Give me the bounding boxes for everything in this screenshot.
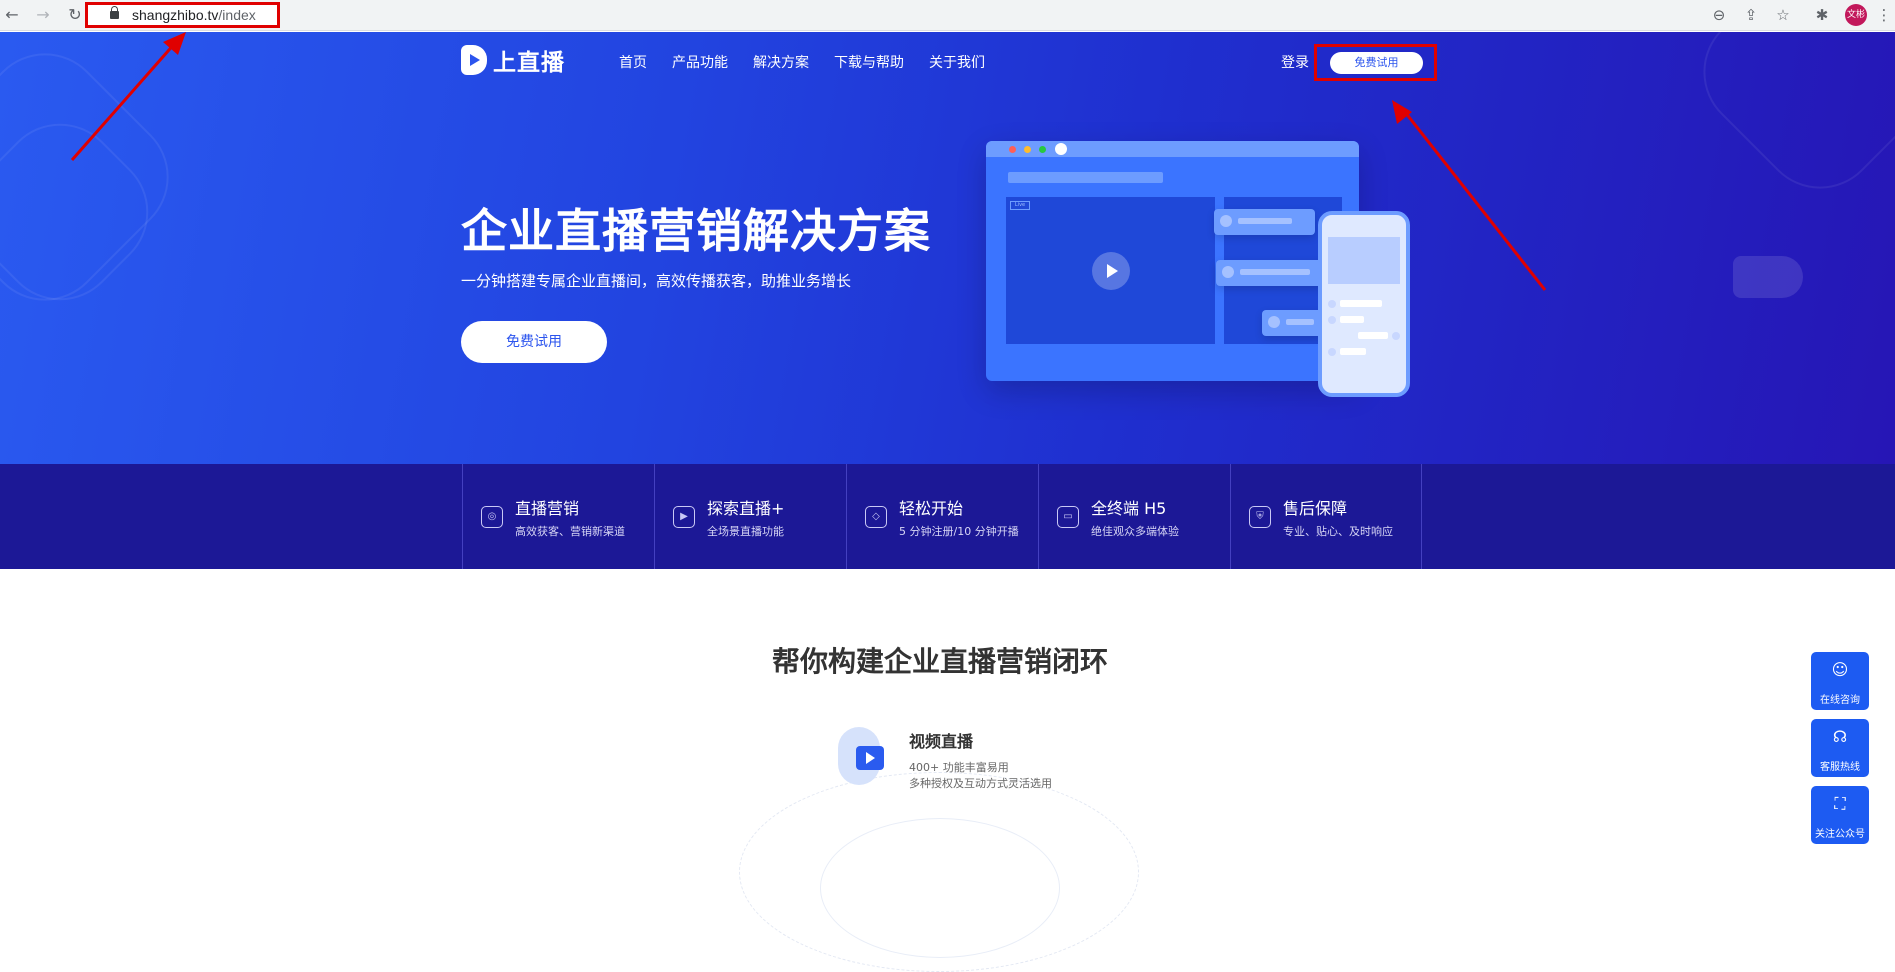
feature-title: 探索直播+ [707,498,785,518]
feature-item-marketing[interactable]: ◎ 直播营销 高效获客、营销新渠道 [462,464,654,569]
url-host: shangzhibo.tv [132,7,219,23]
hero-banner: 上直播 首页 产品功能 解决方案 下载与帮助 关于我们 登录 免费试用 企业直播… [0,32,1895,464]
float-label: 在线咨询 [1820,695,1860,706]
window-dot [1009,146,1016,153]
illustration-searchbar [1008,172,1163,183]
float-label: 关注公众号 [1815,829,1865,840]
target-icon: ◎ [481,505,503,528]
nav-item-products[interactable]: 产品功能 [672,52,728,72]
feature-title: 全终端 H5 [1091,498,1167,518]
star-icon[interactable]: ☆ [1773,5,1793,25]
window-dot [1024,146,1031,153]
illustration-video: Live [1006,197,1215,344]
phone-chat-line [1340,348,1366,355]
section-title: 帮你构建企业直播营销闭环 [771,645,1108,678]
feature-item-explore[interactable]: ▶ 探索直播+ 全场景直播功能 [654,464,846,569]
window-dot [1039,146,1046,153]
play-square-icon: ▶ [673,505,695,528]
illustration-chat-bubble [1262,310,1322,336]
forward-icon[interactable]: → [33,5,53,25]
url-path: /index [218,7,256,23]
wechat-follow-button[interactable]: ⛶ 关注公众号 [1811,786,1869,844]
feature-title: 轻松开始 [899,498,964,518]
carousel-decor-play-icon [1733,256,1803,298]
phone-illustration [1318,211,1410,397]
site-logo[interactable]: 上直播 [461,44,565,76]
lock-icon [110,6,119,19]
phone-chat-line [1340,316,1364,323]
back-icon[interactable]: ← [2,5,22,25]
illustration-chat-bubble [1214,209,1315,235]
qr-scan-icon: ⛶ [1834,794,1846,813]
headset-icon: ☊ [1832,727,1848,746]
decor-orbit [820,818,1060,958]
tv-icon-body [856,746,884,770]
phone-chat-avatar [1328,316,1336,324]
phone-chat-avatar [1328,300,1336,308]
phone-chat-line [1358,332,1388,339]
illustration-chat-bubble [1216,260,1323,286]
nav-item-home[interactable]: 首页 [619,52,647,72]
bubble-avatar [1268,316,1280,328]
main-nav: 首页 产品功能 解决方案 下载与帮助 关于我们 [619,52,1010,72]
nav-item-solutions[interactable]: 解决方案 [753,52,809,72]
bubble-text [1240,269,1310,275]
menu-icon[interactable]: ⋮ [1874,5,1894,25]
hero-trial-button[interactable]: 免费试用 [461,321,607,363]
feature-desc: 全场景直播功能 [707,524,784,538]
logo-icon [461,45,487,75]
product-name[interactable]: 视频直播 [909,728,973,752]
feature-title: 直播营销 [515,498,580,518]
share-icon[interactable]: ⇪ [1741,5,1761,25]
hotline-button[interactable]: ☊ 客服热线 [1811,719,1869,777]
support-agent-icon: ☺ [1831,660,1849,679]
logo-text: 上直播 [493,50,565,76]
hero-subtitle: 一分钟搭建专属企业直播间，高效传播获客，助推业务增长 [461,272,852,290]
feature-desc: 专业、贴心、及时响应 [1283,524,1393,538]
url-text: shangzhibo.tv/index [132,7,256,23]
bubble-avatar [1222,266,1234,278]
live-tag: Live [1010,201,1030,210]
avatar[interactable]: 文彬 [1845,4,1867,26]
cube-icon: ◇ [865,505,887,528]
illustration-logo-icon [1055,143,1067,155]
zoom-icon[interactable]: ⊖ [1709,5,1729,25]
nav-item-about[interactable]: 关于我们 [929,52,985,72]
feature-desc: 绝佳观众多端体验 [1091,524,1179,538]
feature-item-start[interactable]: ◇ 轻松开始 5 分钟注册/10 分钟开播 [846,464,1038,569]
login-link[interactable]: 登录 [1281,52,1309,72]
tv-icon [838,727,888,785]
play-icon [1092,252,1130,290]
extensions-icon[interactable]: ✱ [1812,5,1832,25]
hero-decor-shape [1678,32,1895,214]
header-trial-button[interactable]: 免费试用 [1330,52,1423,74]
feature-desc: 高效获客、营销新渠道 [515,524,625,538]
features-strip: ◎ 直播营销 高效获客、营销新渠道 ▶ 探索直播+ 全场景直播功能 ◇ 轻松开始… [0,464,1895,569]
illustration-titlebar [986,141,1359,157]
bubble-avatar [1220,215,1232,227]
shield-icon: ⛨ [1249,505,1271,528]
feature-item-support[interactable]: ⛨ 售后保障 专业、贴心、及时响应 [1230,464,1422,569]
address-bar[interactable]: shangzhibo.tv/index [85,2,280,28]
feature-desc: 5 分钟注册/10 分钟开播 [899,524,1019,538]
nav-item-downloads[interactable]: 下载与帮助 [834,52,904,72]
trial-button-highlight: 免费试用 [1314,44,1437,81]
browser-toolbar: ← → ↻ shangzhibo.tv/index ⊖ ⇪ ☆ ✱ 文彬 ⋮ [0,0,1895,31]
feature-item-h5[interactable]: ▭ 全终端 H5 绝佳观众多端体验 [1038,464,1230,569]
product-desc: 多种授权及互动方式灵活选用 [909,777,1052,790]
bubble-text [1238,218,1292,224]
online-consult-button[interactable]: ☺ 在线咨询 [1811,652,1869,710]
phone-chat-avatar [1392,332,1400,340]
phone-video [1328,237,1400,284]
reload-icon[interactable]: ↻ [65,5,85,25]
bubble-text [1286,319,1314,325]
phone-chat-line [1340,300,1382,307]
product-desc: 400+ 功能丰富易用 [909,761,1009,774]
hero-title: 企业直播营销解决方案 [461,204,931,258]
phone-chat-avatar [1328,348,1336,356]
monitor-icon: ▭ [1057,505,1079,528]
feature-title: 售后保障 [1283,498,1348,518]
float-label: 客服热线 [1820,762,1860,773]
